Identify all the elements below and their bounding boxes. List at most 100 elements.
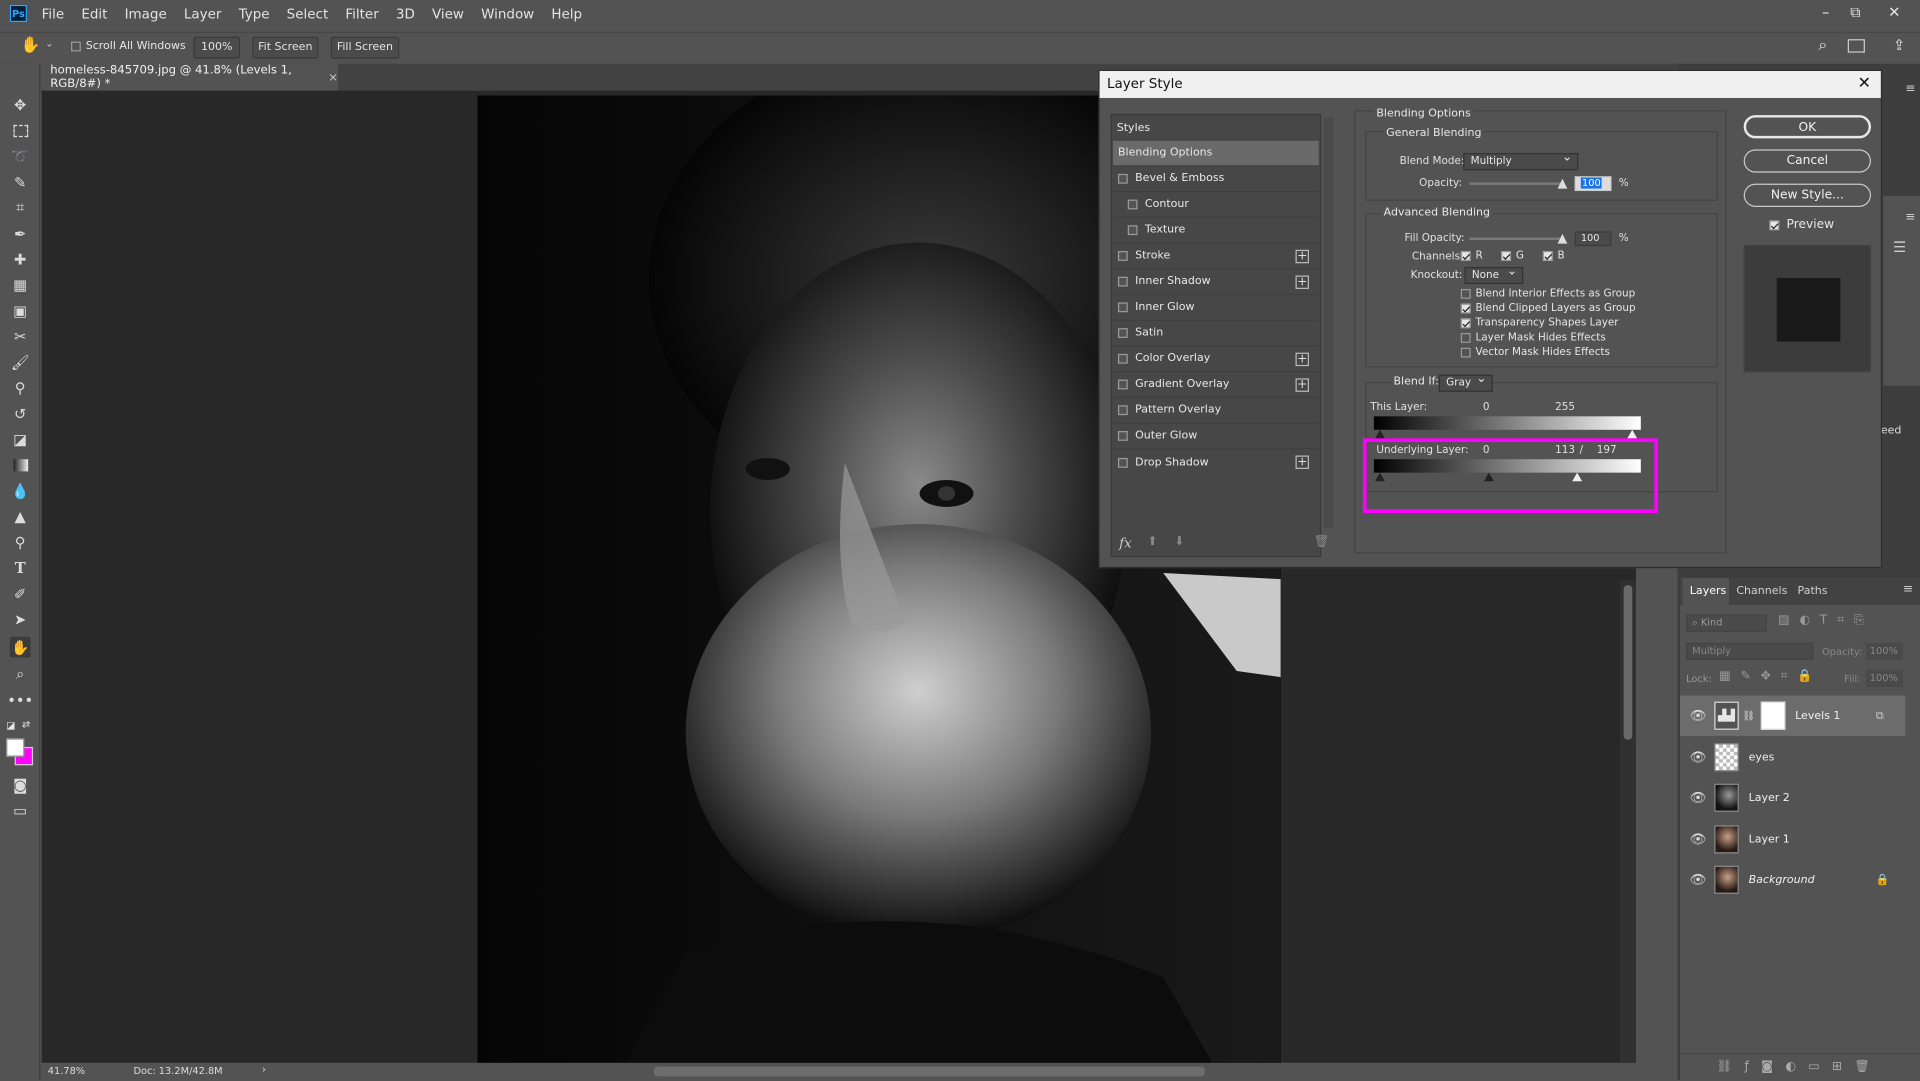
ok-button[interactable]: OK xyxy=(1743,115,1872,139)
lasso-tool-icon[interactable]: ➰ xyxy=(10,146,31,167)
fx-icon[interactable]: fx xyxy=(1119,535,1132,551)
checkbox-icon[interactable] xyxy=(1460,251,1471,261)
vertical-scrollbar[interactable] xyxy=(1620,580,1636,1063)
fill-opacity-slider-thumb[interactable] xyxy=(1557,233,1568,244)
document-size[interactable]: Doc: 13.2M/42.8M xyxy=(133,1065,222,1076)
cancel-button[interactable]: Cancel xyxy=(1743,149,1872,173)
add-effect-icon[interactable]: + xyxy=(1295,249,1309,263)
workspace-icon[interactable] xyxy=(1847,39,1865,53)
zoom-level[interactable]: 41.78% xyxy=(48,1065,85,1076)
marquee-tool-icon[interactable] xyxy=(10,120,31,141)
knockout-select[interactable]: None xyxy=(1464,264,1524,285)
lock-icons[interactable]: ▦✎✥⌗🔒 xyxy=(1719,670,1822,683)
styles-header[interactable]: Styles xyxy=(1117,122,1150,134)
chevron-down-icon[interactable]: ⌄ xyxy=(45,38,53,49)
vector-mask-hides-checkbox[interactable]: Vector Mask Hides Effects xyxy=(1460,347,1610,359)
visibility-eye-icon[interactable]: 👁 xyxy=(1690,708,1707,724)
scroll-all-windows-checkbox[interactable]: Scroll All Windows xyxy=(71,40,186,53)
checkbox-icon[interactable] xyxy=(1117,173,1128,184)
layer-name[interactable]: Levels 1 xyxy=(1795,710,1840,722)
fill-screen-button[interactable]: Fill Screen xyxy=(330,36,400,59)
layer-name[interactable]: Layer 1 xyxy=(1749,833,1790,845)
checkbox-icon[interactable] xyxy=(1542,251,1553,261)
checkbox-icon[interactable] xyxy=(1117,405,1128,416)
style-inner-shadow[interactable]: Inner Shadow + xyxy=(1113,269,1319,296)
opacity-slider-track[interactable] xyxy=(1469,182,1563,185)
opacity-slider-thumb[interactable] xyxy=(1557,178,1568,189)
preview-checkbox[interactable]: Preview xyxy=(1769,218,1834,231)
menu-window[interactable]: Window xyxy=(479,6,537,22)
add-effect-icon[interactable]: + xyxy=(1295,274,1309,289)
sharpen-tool-icon[interactable]: ▲ xyxy=(10,506,31,527)
menu-select[interactable]: Select xyxy=(284,6,330,22)
close-icon[interactable]: ✕ xyxy=(1858,71,1871,98)
frame-tool-icon[interactable]: ▣ xyxy=(10,300,31,321)
restore-icon[interactable]: ⧉ xyxy=(1850,4,1861,22)
menu-3d[interactable]: 3D xyxy=(393,6,417,22)
visibility-eye-icon[interactable]: 👁 xyxy=(1690,872,1707,888)
style-inner-glow[interactable]: Inner Glow xyxy=(1113,295,1319,321)
checkbox-icon[interactable] xyxy=(1460,333,1471,343)
checkbox-icon[interactable] xyxy=(1127,225,1138,236)
blur-tool-icon[interactable]: 💧 xyxy=(10,480,31,501)
styles-scrollbar[interactable] xyxy=(1323,117,1334,528)
patch-tool-icon[interactable]: ▦ xyxy=(10,274,31,295)
delete-effect-icon[interactable]: 🗑 xyxy=(1314,535,1330,548)
layer-opacity-input[interactable]: 100% xyxy=(1866,642,1903,661)
channel-g-checkbox[interactable]: G xyxy=(1501,250,1524,262)
visibility-eye-icon[interactable]: 👁 xyxy=(1690,749,1707,765)
checkbox-icon[interactable] xyxy=(1501,251,1512,261)
gradient-tool-icon[interactable] xyxy=(10,454,31,475)
close-tab-icon[interactable]: × xyxy=(328,70,338,83)
hand-tool-preset-icon[interactable]: ✋ xyxy=(21,37,41,57)
this-layer-white-thumb[interactable] xyxy=(1627,429,1638,439)
layer-style-icon[interactable]: ⧉ xyxy=(1876,710,1884,722)
quick-mask-icon[interactable]: ◙ xyxy=(10,774,31,795)
layers-footer-icons[interactable]: ⛓ƒ◙◐▭⊞🗑 xyxy=(1680,1053,1920,1081)
blend-mode-select[interactable]: Multiply xyxy=(1463,151,1579,171)
hand-tool-icon[interactable]: ✋ xyxy=(9,636,31,658)
checkbox-icon[interactable] xyxy=(1117,431,1128,441)
opacity-input[interactable]: 100 xyxy=(1574,176,1612,192)
checkbox-icon[interactable] xyxy=(1769,219,1780,230)
checkbox-icon[interactable] xyxy=(1117,379,1128,390)
move-tool-icon[interactable]: ✥ xyxy=(10,94,31,115)
more-tools-icon[interactable]: ••• xyxy=(7,689,33,710)
layer-row-layer1[interactable]: 👁 Layer 1 xyxy=(1680,819,1905,859)
layer-name[interactable]: Background xyxy=(1749,874,1815,886)
checkbox-icon[interactable] xyxy=(1460,347,1471,358)
eraser-tool-icon[interactable]: ◪ xyxy=(10,429,31,450)
scrollbar-thumb[interactable] xyxy=(1623,585,1633,740)
pen-tool-icon[interactable]: ✐ xyxy=(10,583,31,604)
checkbox-icon[interactable] xyxy=(1117,328,1128,338)
close-window-icon[interactable]: ✕ xyxy=(1888,4,1900,21)
menu-filter[interactable]: Filter xyxy=(343,6,381,22)
checkbox-icon[interactable] xyxy=(1460,288,1471,299)
layer-row-background[interactable]: 👁 Background 🔒 xyxy=(1680,860,1905,900)
brush-tool-icon[interactable]: 🖌 xyxy=(10,351,31,372)
layer-row-eyes[interactable]: 👁 eyes xyxy=(1680,737,1905,777)
tab-layers[interactable]: Layers xyxy=(1690,585,1726,597)
style-gradient-overlay[interactable]: Gradient Overlay + xyxy=(1113,372,1319,398)
layer-filter-kind[interactable]: ⌕ Kind xyxy=(1686,614,1767,632)
this-layer-black-thumb[interactable] xyxy=(1375,429,1385,439)
layer-name[interactable]: Layer 2 xyxy=(1749,792,1790,804)
swap-colors-icon[interactable]: ⇄ xyxy=(22,719,30,730)
style-blending-options[interactable]: Blending Options xyxy=(1113,140,1319,167)
crop-tool-icon[interactable]: ⌗ xyxy=(10,197,31,218)
document-tab[interactable]: homeless-845709.jpg @ 41.8% (Levels 1, R… xyxy=(41,63,338,91)
tab-paths[interactable]: Paths xyxy=(1798,585,1828,597)
share-icon[interactable]: ⇪ xyxy=(1893,37,1905,54)
style-pattern-overlay[interactable]: Pattern Overlay xyxy=(1113,398,1319,424)
add-effect-icon[interactable]: + xyxy=(1295,352,1309,366)
this-layer-gradient-slider[interactable] xyxy=(1373,416,1641,430)
menu-file[interactable]: File xyxy=(39,6,66,22)
type-tool-icon[interactable]: T xyxy=(10,557,31,578)
style-color-overlay[interactable]: Color Overlay + xyxy=(1113,347,1319,373)
zoom-tool-icon[interactable]: ⌕ xyxy=(10,664,31,685)
path-selection-tool-icon[interactable]: ➤ xyxy=(10,609,31,630)
visibility-eye-icon[interactable]: 👁 xyxy=(1690,831,1707,847)
fill-opacity-input[interactable]: 100 xyxy=(1574,231,1612,247)
minimize-icon[interactable]: – xyxy=(1822,4,1829,21)
checkbox-icon[interactable] xyxy=(1127,199,1138,210)
